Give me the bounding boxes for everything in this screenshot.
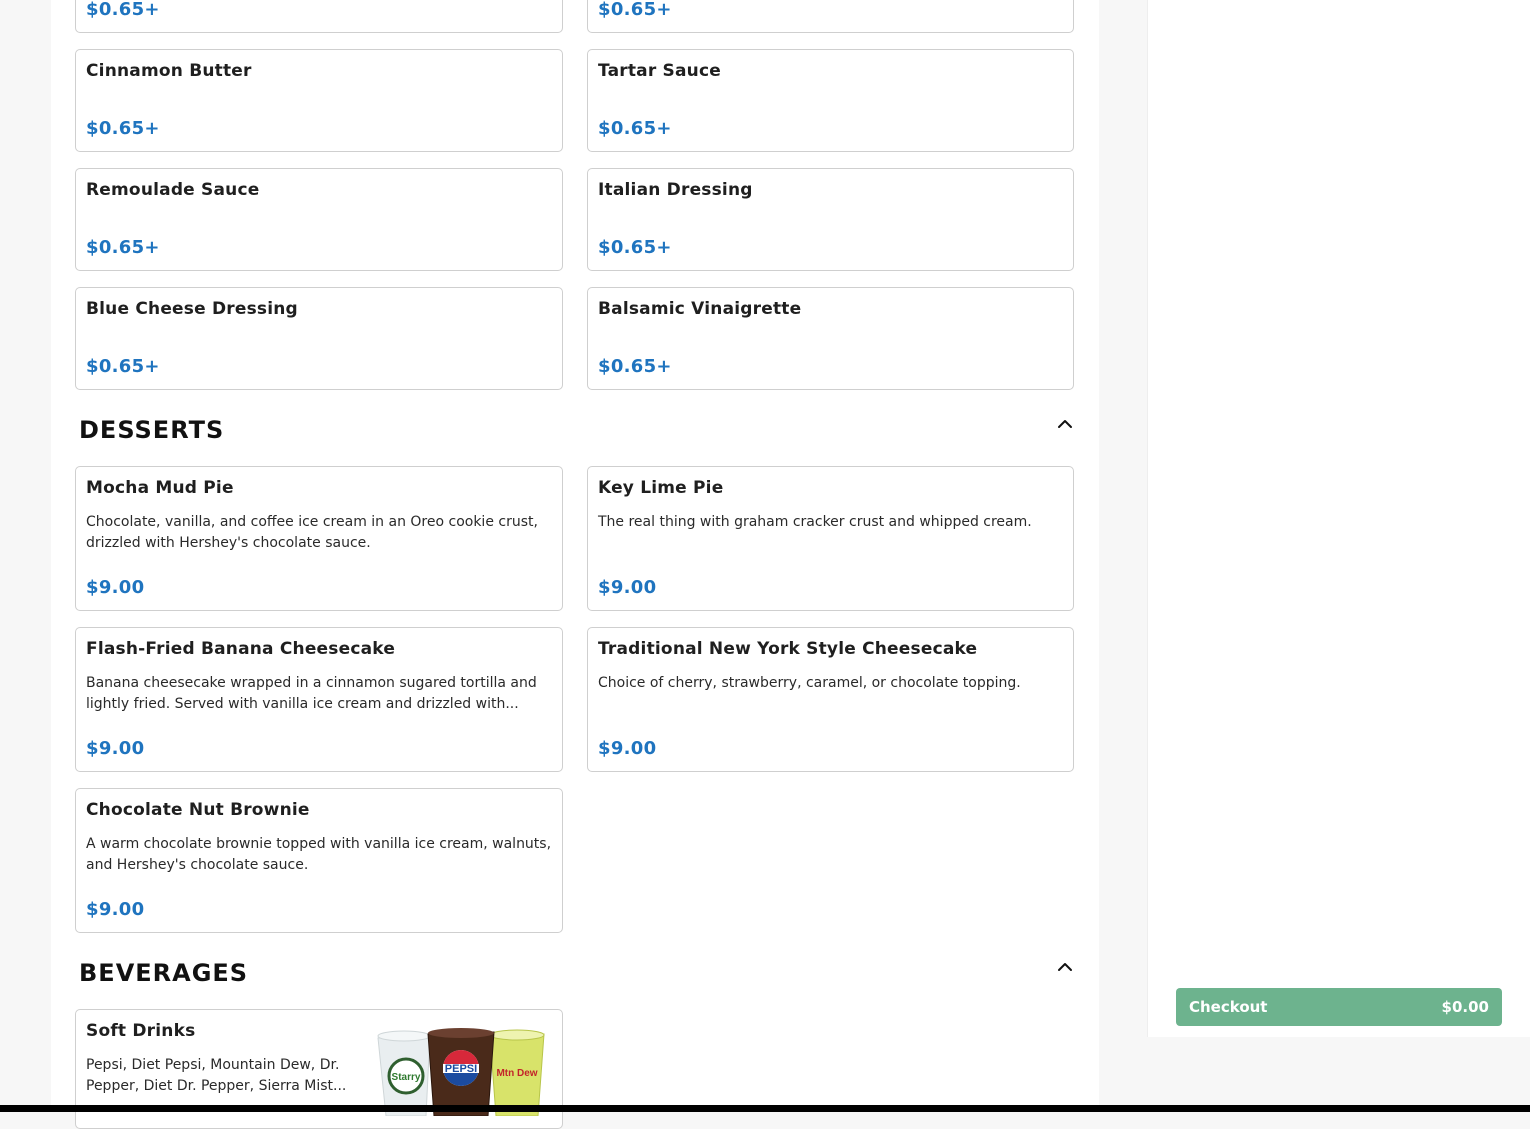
soft-drinks-image: Starry Mtn Dew PEPSI [377,1028,545,1116]
menu-item-card[interactable]: Traditional New York Style Cheesecake Ch… [587,627,1074,772]
checkout-button[interactable]: Checkout $0.00 [1176,988,1502,1026]
item-description: Pepsi, Diet Pepsi, Mountain Dew, Dr. Pep… [86,1057,347,1094]
menu-item-card[interactable]: Tartar Sauce $0.65+ [587,49,1074,152]
menu-item-card[interactable]: Chocolate Nut Brownie A warm chocolate b… [75,788,563,933]
menu-item-card[interactable]: Cinnamon Butter $0.65+ [75,49,563,152]
item-price: $0.65+ [86,118,160,139]
item-name: Key Lime Pie [598,478,724,498]
item-description: Chocolate, vanilla, and coffee ice cream… [86,514,538,551]
item-price: $9.00 [598,738,657,759]
item-name: Balsamic Vinaigrette [598,299,802,319]
item-price: $0.65+ [598,118,672,139]
item-price: $9.00 [86,899,145,920]
item-price: $0.65+ [86,237,160,258]
menu-item-card[interactable]: Flash-Fried Banana Cheesecake Banana che… [75,627,563,772]
item-name: Italian Dressing [598,180,753,200]
menu-item-card[interactable]: Blue Cheese Dressing $0.65+ [75,287,563,390]
item-name: Cinnamon Butter [86,61,252,81]
item-price: $9.00 [86,738,145,759]
item-description: Banana cheesecake wrapped in a cinnamon … [86,675,537,712]
item-name: Tartar Sauce [598,61,721,81]
cup-label-pepsi: PEPSI [445,1063,477,1075]
item-description: Choice of cherry, strawberry, caramel, o… [598,675,1021,691]
item-price: $0.65+ [598,356,672,377]
item-name: Blue Cheese Dressing [86,299,298,319]
item-price: $9.00 [598,577,657,598]
item-price: $0.65+ [86,0,160,20]
cup-label-mtn-dew: Mtn Dew [496,1068,537,1079]
menu-item-card[interactable]: $0.65+ [75,0,563,33]
item-name: Traditional New York Style Cheesecake [598,639,978,659]
menu-item-card[interactable]: Key Lime Pie The real thing with graham … [587,466,1074,611]
menu-item-card[interactable]: Italian Dressing $0.65+ [587,168,1074,271]
menu-item-card[interactable]: $0.65+ [587,0,1074,33]
menu-item-card[interactable]: Balsamic Vinaigrette $0.65+ [587,287,1074,390]
section-title-beverages: BEVERAGES [79,959,249,987]
menu-item-card[interactable]: Mocha Mud Pie Chocolate, vanilla, and co… [75,466,563,611]
bottom-bar [0,1105,1530,1112]
checkout-label: Checkout [1189,998,1268,1016]
item-price: $0.65+ [598,0,672,20]
section-title-desserts: DESSERTS [79,416,225,444]
item-price: $0.65+ [598,237,672,258]
item-name: Chocolate Nut Brownie [86,800,310,820]
item-price: $0.65+ [86,356,160,377]
item-name: Mocha Mud Pie [86,478,234,498]
item-name: Remoulade Sauce [86,180,260,200]
chevron-up-icon[interactable] [1057,961,1073,973]
item-description: The real thing with graham cracker crust… [598,514,1032,530]
checkout-total: $0.00 [1441,998,1489,1016]
item-name: Flash-Fried Banana Cheesecake [86,639,396,659]
cup-label-starry: Starry [392,1072,421,1083]
menu-item-card[interactable]: Remoulade Sauce $0.65+ [75,168,563,271]
order-sidebar [1147,0,1530,1037]
item-price: $9.00 [86,577,145,598]
chevron-up-icon[interactable] [1057,418,1073,430]
item-description: A warm chocolate brownie topped with van… [86,836,552,873]
item-name: Soft Drinks [86,1021,196,1041]
